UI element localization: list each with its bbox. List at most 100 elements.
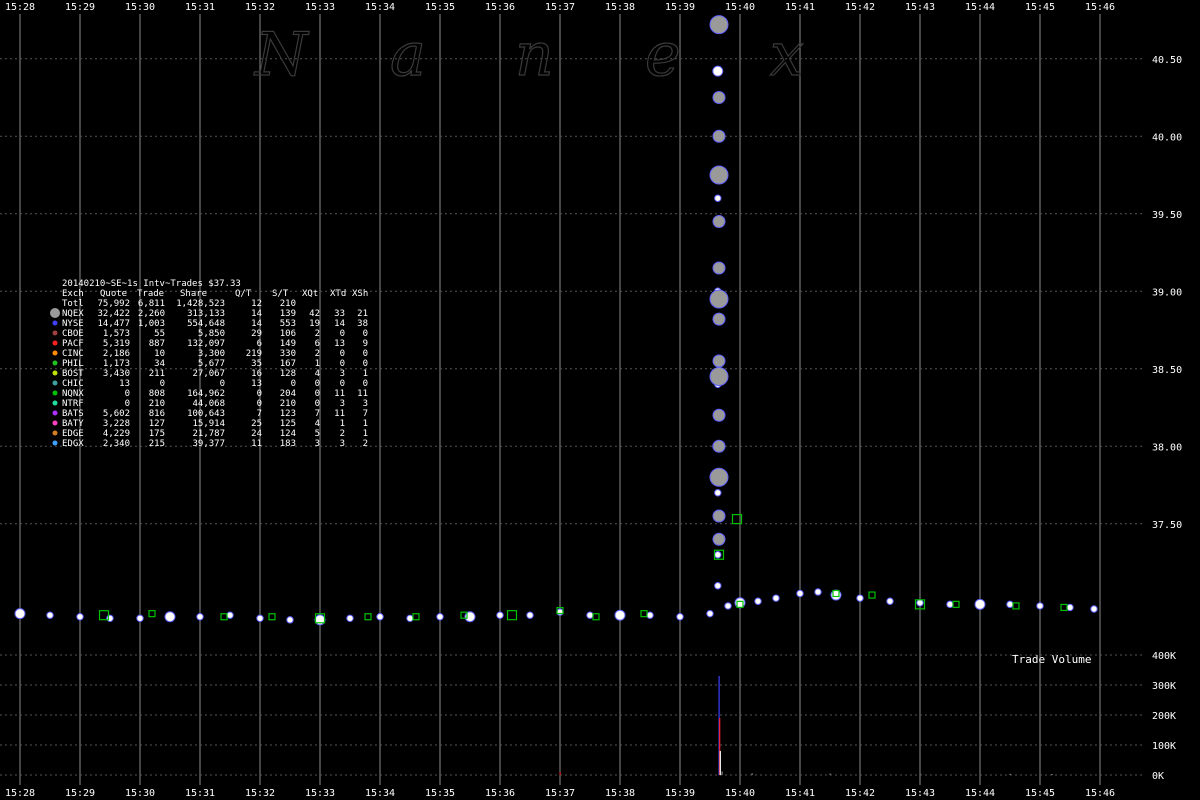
trade-mark xyxy=(856,594,864,602)
volume-bar xyxy=(719,751,721,775)
table-value-cell: 210 xyxy=(149,399,165,409)
trade-mark xyxy=(164,611,176,623)
x-tick-label-top: 15:33 xyxy=(305,2,335,13)
table-value-cell: 3,300 xyxy=(198,349,225,359)
trade-mark xyxy=(796,589,804,598)
table-title: 20140210~SE~1s Intv~Trades $37.33 xyxy=(62,279,241,289)
trade-mark xyxy=(886,597,894,605)
table-value-cell: 12 xyxy=(251,299,262,309)
table-value-cell: 2 xyxy=(315,349,320,359)
table-exch-cell: BATS xyxy=(62,409,84,419)
trade-mark xyxy=(714,551,722,559)
quote-mark xyxy=(709,289,729,309)
trade-mark xyxy=(286,616,294,624)
table-header-cell: Exch xyxy=(62,289,84,299)
table-value-cell: 21,787 xyxy=(192,429,225,439)
watermark-letter: x xyxy=(770,20,804,90)
quote-mark xyxy=(712,215,726,228)
volume-bar xyxy=(559,772,561,775)
trade-mark xyxy=(676,613,684,621)
trade-mark xyxy=(256,614,264,622)
quote-mark xyxy=(709,165,729,185)
table-value-cell: 4 xyxy=(315,369,320,379)
table-value-cell: 2 xyxy=(315,329,320,339)
volume-bar xyxy=(829,773,831,775)
trade-mark xyxy=(376,613,384,621)
table-value-cell: 0 xyxy=(125,399,130,409)
table-value-cell: 13 xyxy=(119,379,130,389)
x-tick-label-bottom: 15:29 xyxy=(65,788,95,799)
table-exch-cell: BOST xyxy=(62,369,84,379)
table-value-cell: 11 xyxy=(357,389,368,399)
watermark-letter: N xyxy=(253,20,310,90)
x-tick-label-bottom: 15:28 xyxy=(5,788,35,799)
table-value-cell: 7 xyxy=(315,409,320,419)
x-tick-label-top: 15:32 xyxy=(245,2,275,13)
exchange-color-dot xyxy=(50,308,60,318)
table-value-cell: 183 xyxy=(280,439,296,449)
trade-mark xyxy=(646,611,654,619)
exchange-color-dot xyxy=(52,340,58,346)
quote-mark xyxy=(712,408,726,422)
table-value-cell: 553 xyxy=(280,319,296,329)
trade-mark xyxy=(436,613,444,621)
table-value-cell: 38 xyxy=(357,319,368,329)
trade-mark xyxy=(916,599,924,607)
exchange-color-dot xyxy=(52,350,58,356)
table-value-cell: 100,643 xyxy=(187,409,225,419)
x-tick-label-top: 15:46 xyxy=(1085,2,1115,13)
table-value-cell: 9 xyxy=(363,339,368,349)
table-value-cell: 3 xyxy=(315,439,320,449)
table-value-cell: 7 xyxy=(257,409,262,419)
table-value-cell: 132,097 xyxy=(187,339,225,349)
table-value-cell: 123 xyxy=(280,409,296,419)
table-value-cell: 5,677 xyxy=(198,359,225,369)
x-tick-label-top: 15:37 xyxy=(545,2,575,13)
volume-bar xyxy=(751,773,753,775)
x-tick-label-bottom: 15:40 xyxy=(725,788,755,799)
exchange-color-dot xyxy=(52,390,58,396)
table-value-cell: 3 xyxy=(340,399,345,409)
table-value-cell: 5,850 xyxy=(198,329,225,339)
trade-mark xyxy=(76,613,84,621)
x-tick-label-bottom: 15:38 xyxy=(605,788,635,799)
watermark-letter: a xyxy=(390,20,426,90)
trade-mark xyxy=(586,611,594,619)
table-value-cell: 2,340 xyxy=(103,439,130,449)
x-tick-label-top: 15:36 xyxy=(485,2,515,13)
table-value-cell: 210 xyxy=(280,399,296,409)
trade-mark xyxy=(714,194,722,202)
table-exch-cell: CHIC xyxy=(62,379,84,389)
table-value-cell: 0 xyxy=(340,379,345,389)
table-exch-cell: EDGE xyxy=(62,429,84,439)
trade-mark xyxy=(556,608,564,616)
table-value-cell: 3 xyxy=(363,399,368,409)
price-tick-label: 38.50 xyxy=(1152,365,1182,376)
x-tick-label-top: 15:42 xyxy=(845,2,875,13)
table-value-cell: 11 xyxy=(251,439,262,449)
quote-mark xyxy=(712,532,726,546)
trade-mark xyxy=(226,611,234,619)
table-value-cell: 125 xyxy=(280,419,296,429)
table-value-cell: 2 xyxy=(340,429,345,439)
trade-mark xyxy=(1090,605,1098,613)
table-exch-cell: PACF xyxy=(62,339,84,349)
table-value-cell: 1 xyxy=(315,359,320,369)
x-tick-label-bottom: 15:39 xyxy=(665,788,695,799)
table-exch-cell: NQEX xyxy=(62,309,84,319)
table-value-cell: 32,422 xyxy=(97,309,130,319)
volume-bar xyxy=(1051,773,1053,775)
table-value-cell: 2 xyxy=(363,439,368,449)
table-value-cell: 219 xyxy=(246,349,262,359)
table-value-cell: 6 xyxy=(257,339,262,349)
table-value-cell: 0 xyxy=(363,329,368,339)
table-value-cell: 25 xyxy=(251,419,262,429)
volume-tick-label: 0K xyxy=(1152,771,1164,782)
table-header-cell: S/T xyxy=(272,289,289,299)
quote-mark xyxy=(709,467,729,487)
table-exch-cell: NQNX xyxy=(62,389,84,399)
table-value-cell: 3 xyxy=(340,439,345,449)
x-tick-label-bottom: 15:42 xyxy=(845,788,875,799)
volume-bar xyxy=(919,773,921,775)
table-value-cell: 164,962 xyxy=(187,389,225,399)
